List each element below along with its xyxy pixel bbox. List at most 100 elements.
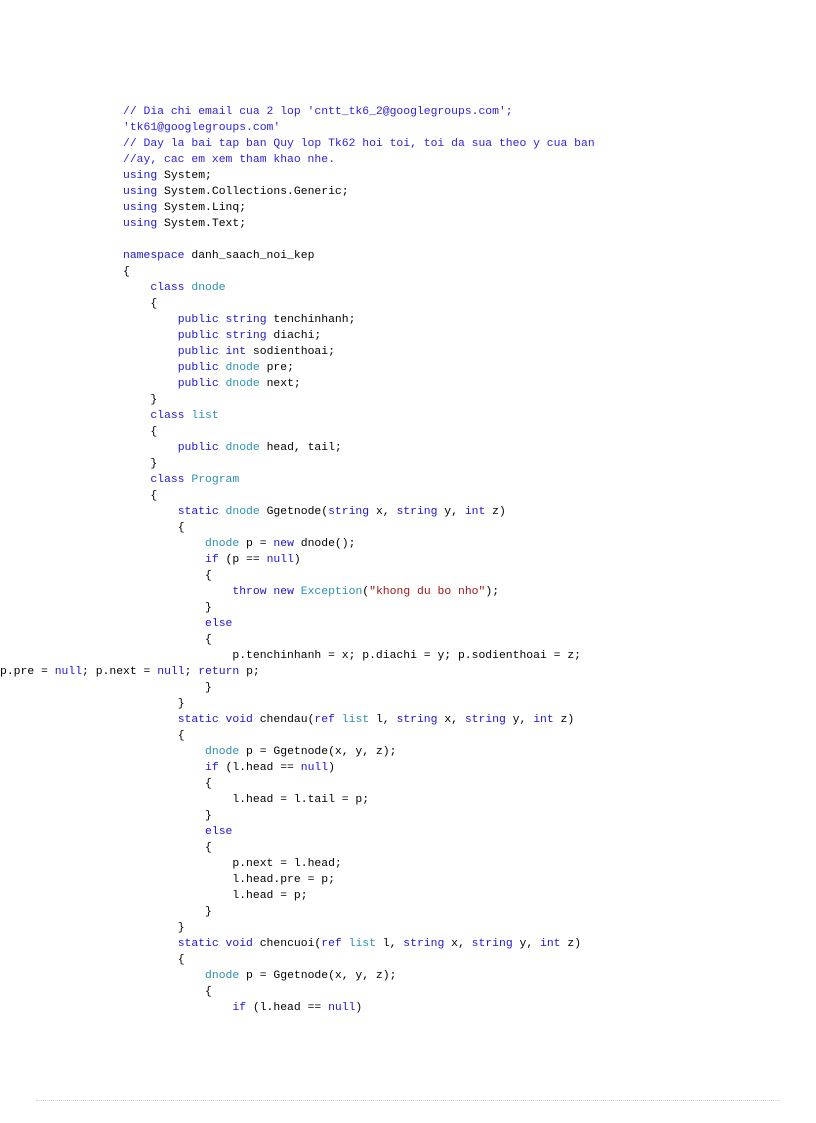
code-token-pln: } xyxy=(150,394,158,406)
code-token-typ: dnode xyxy=(191,282,226,294)
code-line: p.pre = null; p.next = null; return p; xyxy=(0,664,783,680)
code-token-pln: System; xyxy=(157,170,212,182)
code-line: throw new Exception("khong du bo nho"); xyxy=(123,584,783,600)
code-token-typ: Program xyxy=(191,474,240,486)
code-token-pln: ); xyxy=(485,586,500,598)
code-token-pln: System.Text; xyxy=(157,218,247,230)
code-line: else xyxy=(123,616,783,632)
code-token-pln: dnode(); xyxy=(293,538,356,550)
code-token-kw: void xyxy=(225,714,253,726)
code-line: namespace danh_saach_noi_kep xyxy=(123,248,783,264)
code-token-typ: dnode xyxy=(225,378,260,390)
code-line: } xyxy=(123,600,783,616)
code-line: using System.Collections.Generic; xyxy=(123,184,783,200)
code-token-kw: int xyxy=(464,506,486,518)
code-token-kw: string xyxy=(225,330,267,342)
code-token-cmt: //ay, cac em xem tham khao nhe. xyxy=(123,154,335,166)
code-line: } xyxy=(123,904,783,920)
code-token-kw: if xyxy=(205,762,219,774)
code-token-pln: x, xyxy=(437,714,465,726)
code-token-pln: { xyxy=(177,730,185,742)
code-line: l.head = p; xyxy=(123,888,783,904)
code-token-pln: { xyxy=(205,842,212,854)
code-token-str: "khong du bo nho" xyxy=(369,586,486,598)
code-token-pln: } xyxy=(177,698,185,710)
code-token-kw: public xyxy=(177,442,219,454)
code-token-pln: next; xyxy=(259,378,301,390)
document-page: // Dia chi email cua 2 lop 'cntt_tk6_2@g… xyxy=(0,0,816,1123)
code-line: } xyxy=(123,808,783,824)
code-token-typ: dnode xyxy=(205,970,240,982)
code-token-kw: ref xyxy=(314,714,335,726)
code-token-pln: l, xyxy=(375,938,404,950)
code-token-kw: public xyxy=(177,378,219,390)
code-token-typ: dnode xyxy=(205,538,240,550)
code-token-kw: using xyxy=(123,202,158,214)
code-token-typ: dnode xyxy=(225,506,260,518)
code-token-kw: throw xyxy=(232,586,267,598)
code-token-pln: } xyxy=(205,602,212,614)
code-token-kw: null xyxy=(157,666,185,678)
code-token-kw: string xyxy=(464,714,506,726)
code-token-pln xyxy=(219,330,226,342)
code-token-pln: p.tenchinhanh = x; p.diachi = y; p.sodie… xyxy=(232,650,581,662)
code-token-pln: y, xyxy=(512,938,541,950)
code-line: { xyxy=(123,424,783,440)
code-token-pln: x, xyxy=(369,506,397,518)
code-token-kw: class xyxy=(150,410,185,422)
code-line: using System.Text; xyxy=(123,216,783,232)
code-line: static void chencuoi(ref list l, string … xyxy=(123,936,783,952)
code-line: if (p == null) xyxy=(123,552,783,568)
code-token-pln: chencuoi( xyxy=(252,938,322,950)
code-token-typ: dnode xyxy=(205,746,240,758)
code-line: l.head = l.tail = p; xyxy=(123,792,783,808)
code-line: public dnode next; xyxy=(123,376,783,392)
code-line: class dnode xyxy=(123,280,783,296)
code-token-kw: static xyxy=(177,938,219,950)
code-token-kw: null xyxy=(328,1002,356,1014)
code-token-pln xyxy=(219,314,226,326)
code-token-kw: class xyxy=(150,282,185,294)
code-token-pln: { xyxy=(177,954,185,966)
code-token-cmt: // Day la bai tap ban Quy lop Tk62 hoi t… xyxy=(123,138,595,150)
code-line: p.tenchinhanh = x; p.diachi = y; p.sodie… xyxy=(123,648,783,664)
code-line: // Dia chi email cua 2 lop 'cntt_tk6_2@g… xyxy=(123,104,783,120)
code-line: { xyxy=(123,264,783,280)
code-line: } xyxy=(123,392,783,408)
code-line: { xyxy=(123,632,783,648)
code-token-pln: l.head = p; xyxy=(232,890,308,902)
code-line: 'tk61@googlegroups.com' xyxy=(123,120,783,136)
code-token-pln: (l.head == xyxy=(218,762,301,774)
code-line: { xyxy=(123,952,783,968)
code-line: { xyxy=(123,488,783,504)
code-token-typ: list xyxy=(341,714,370,726)
code-token-kw: else xyxy=(205,618,233,630)
code-token-pln: chendau( xyxy=(252,714,315,726)
code-token-pln: y, xyxy=(505,714,534,726)
code-token-kw: null xyxy=(300,762,329,774)
code-token-pln: l, xyxy=(369,714,397,726)
code-token-pln xyxy=(219,442,226,454)
code-token-pln: { xyxy=(123,266,130,278)
code-token-pln: head, tail; xyxy=(259,442,342,454)
